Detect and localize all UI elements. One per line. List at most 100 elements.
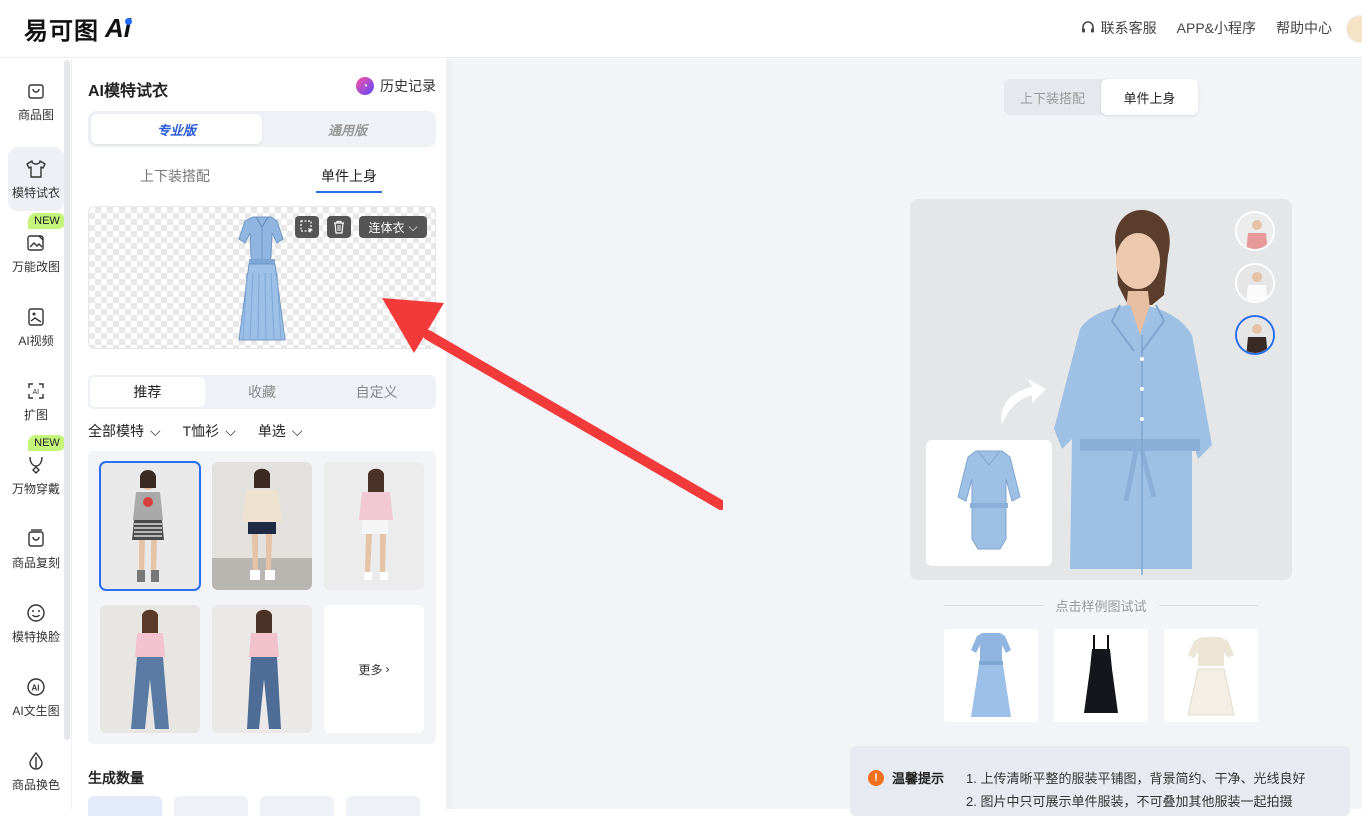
top-nav: 联系客服 APP&小程序 帮助中心 bbox=[1080, 18, 1332, 38]
nav-label: 商品图 bbox=[17, 107, 54, 122]
nav-label: 商品换色 bbox=[11, 777, 60, 792]
model-card[interactable] bbox=[99, 461, 201, 591]
tip-item: 2. 图片中只可展示单件服装，不可叠加其他服装一起拍摄 bbox=[966, 794, 1293, 809]
count-option[interactable] bbox=[346, 796, 420, 816]
sample-blue-dress-image bbox=[944, 629, 1038, 722]
logo[interactable]: 易可图 Ai bbox=[24, 12, 132, 45]
count-option[interactable] bbox=[174, 796, 248, 816]
face-icon bbox=[25, 602, 47, 624]
version-tabs: 专业版 通用版 bbox=[88, 111, 436, 147]
model-thumb[interactable] bbox=[1235, 315, 1275, 355]
sample-garment[interactable] bbox=[1054, 629, 1148, 722]
chevron-down-icon: ⌵ bbox=[291, 422, 303, 439]
select-area-button[interactable] bbox=[295, 216, 319, 238]
nav-item-product-image[interactable]: 商品图 bbox=[8, 69, 64, 133]
try-sample-label: 点击样例图试试 bbox=[1055, 598, 1147, 614]
tab-single-item[interactable]: 单件上身 bbox=[262, 159, 436, 193]
model-thumb[interactable] bbox=[1235, 211, 1275, 251]
model-image bbox=[324, 462, 424, 590]
nav-item-color-change[interactable]: 商品换色 bbox=[8, 739, 64, 803]
count-option[interactable] bbox=[88, 796, 162, 816]
nav-item-image-edit[interactable]: 万能改图 bbox=[8, 221, 64, 285]
model-card[interactable] bbox=[212, 605, 312, 733]
scrollbar[interactable] bbox=[64, 60, 70, 740]
example-result-image bbox=[910, 199, 1292, 580]
model-card[interactable] bbox=[324, 462, 424, 590]
sample-cream-outfit-image bbox=[1164, 629, 1258, 722]
nav-item-text-to-image[interactable]: AI AI文生图 bbox=[8, 665, 64, 729]
nav-label: 模特试衣 bbox=[11, 185, 60, 200]
nav-label: 万物穿戴 bbox=[11, 481, 60, 496]
nav-item-model-tryon[interactable]: 模特试衣 bbox=[8, 147, 64, 211]
delete-button[interactable] bbox=[327, 216, 351, 238]
nav-label: AI视频 bbox=[18, 333, 54, 348]
nav-item-product-replica[interactable]: 商品复刻 bbox=[8, 517, 64, 581]
tryon-panel: AI模特试衣 ◔ 历史记录 专业版 通用版 上下装搭配 单件上身 连体衣 ⌵ 推… bbox=[72, 59, 450, 816]
model-card[interactable] bbox=[100, 605, 200, 733]
sample-garment[interactable] bbox=[1164, 629, 1258, 722]
category-label: 连体衣 bbox=[368, 220, 405, 235]
help-label: 帮助中心 bbox=[1276, 20, 1332, 36]
all-models-dropdown[interactable]: 全部模特 ⌵ bbox=[88, 421, 161, 441]
tab-favorites[interactable]: 收藏 bbox=[205, 377, 320, 407]
ai-circle-icon: AI bbox=[25, 676, 47, 698]
avatar[interactable] bbox=[1346, 15, 1362, 43]
nav-item-wear-anything[interactable]: 万物穿戴 bbox=[8, 443, 64, 507]
tips-box: ! 温馨提示 1. 上传清晰平整的服装平铺图，背景简约、干净、光线良好 2. 图… bbox=[850, 746, 1350, 816]
app-link[interactable]: APP&小程序 bbox=[1177, 18, 1256, 38]
model-card[interactable] bbox=[212, 462, 312, 590]
model-grid: 更多 › bbox=[88, 451, 436, 744]
single-select-dropdown[interactable]: 单选 ⌵ bbox=[258, 421, 303, 441]
history-label: 历史记录 bbox=[380, 78, 436, 94]
sample-garment[interactable] bbox=[944, 629, 1038, 722]
tab-pro[interactable]: 专业版 bbox=[91, 114, 262, 144]
mode-tabs: 上下装搭配 单件上身 bbox=[88, 159, 436, 193]
chevron-down-icon: ⌵ bbox=[408, 219, 418, 234]
nav-label: 扩图 bbox=[23, 407, 48, 422]
bag-icon bbox=[25, 80, 47, 102]
nav-label: AI文生图 bbox=[12, 703, 60, 718]
drop-icon bbox=[25, 750, 47, 772]
tips-title: 温馨提示 bbox=[892, 771, 945, 786]
model-filter-tabs: 推荐 收藏 自定义 bbox=[88, 375, 436, 409]
more-models-button[interactable]: 更多 › bbox=[324, 605, 424, 733]
garment-upload-area[interactable]: 连体衣 ⌵ bbox=[88, 206, 436, 349]
shirt-icon bbox=[25, 158, 47, 180]
necklace-icon bbox=[25, 454, 47, 476]
nav-label: 万能改图 bbox=[11, 259, 60, 274]
help-link[interactable]: 帮助中心 bbox=[1276, 18, 1332, 38]
count-option[interactable] bbox=[260, 796, 334, 816]
nav-item-face-swap[interactable]: 模特换脸 bbox=[8, 591, 64, 655]
model-image bbox=[100, 605, 200, 733]
tab-outfit-combo-preview[interactable]: 上下装搭配 bbox=[1004, 79, 1101, 115]
more-label: 更多 bbox=[358, 662, 383, 677]
nav-item-expand[interactable]: AI 扩图 bbox=[8, 369, 64, 433]
model-image bbox=[212, 605, 312, 733]
image-edit-icon bbox=[25, 232, 47, 254]
filter-label: 全部模特 bbox=[88, 423, 144, 439]
category-dropdown[interactable]: 连体衣 ⌵ bbox=[359, 216, 427, 238]
nav-item-ai-video[interactable]: AI视频 bbox=[8, 295, 64, 359]
model-thumb[interactable] bbox=[1235, 263, 1275, 303]
model-in-dress-image bbox=[910, 199, 1292, 580]
trash-icon bbox=[334, 220, 344, 234]
nav-label: 模特换脸 bbox=[11, 629, 60, 644]
model-image bbox=[212, 462, 312, 590]
tip-item: 1. 上传清晰平整的服装平铺图，背景简约、干净、光线良好 bbox=[966, 771, 1306, 786]
history-button[interactable]: ◔ 历史记录 bbox=[356, 76, 436, 96]
tab-general[interactable]: 通用版 bbox=[262, 114, 433, 144]
panel-title: AI模特试衣 bbox=[88, 83, 169, 100]
tab-outfit-combo[interactable]: 上下装搭配 bbox=[88, 159, 262, 193]
top-bar: 易可图 Ai 联系客服 APP&小程序 帮助中心 bbox=[0, 0, 1362, 58]
tab-custom[interactable]: 自定义 bbox=[319, 377, 434, 407]
copy-bag-icon bbox=[25, 528, 47, 550]
chevron-right-icon: › bbox=[385, 662, 390, 676]
filter-row: 全部模特 ⌵ T恤衫 ⌵ 单选 ⌵ bbox=[88, 421, 302, 441]
tab-recommended[interactable]: 推荐 bbox=[90, 377, 205, 407]
preview-area: 上下装搭配 单件上身 点击样例图试试 ! 温馨提示 1. 上传清晰平整的服装平铺… bbox=[452, 59, 1362, 816]
contact-support-link[interactable]: 联系客服 bbox=[1080, 18, 1157, 38]
filter-label: 单选 bbox=[257, 423, 286, 439]
select-icon bbox=[300, 220, 313, 233]
tshirt-dropdown[interactable]: T恤衫 ⌵ bbox=[183, 421, 236, 441]
tab-single-item-preview[interactable]: 单件上身 bbox=[1101, 79, 1198, 115]
